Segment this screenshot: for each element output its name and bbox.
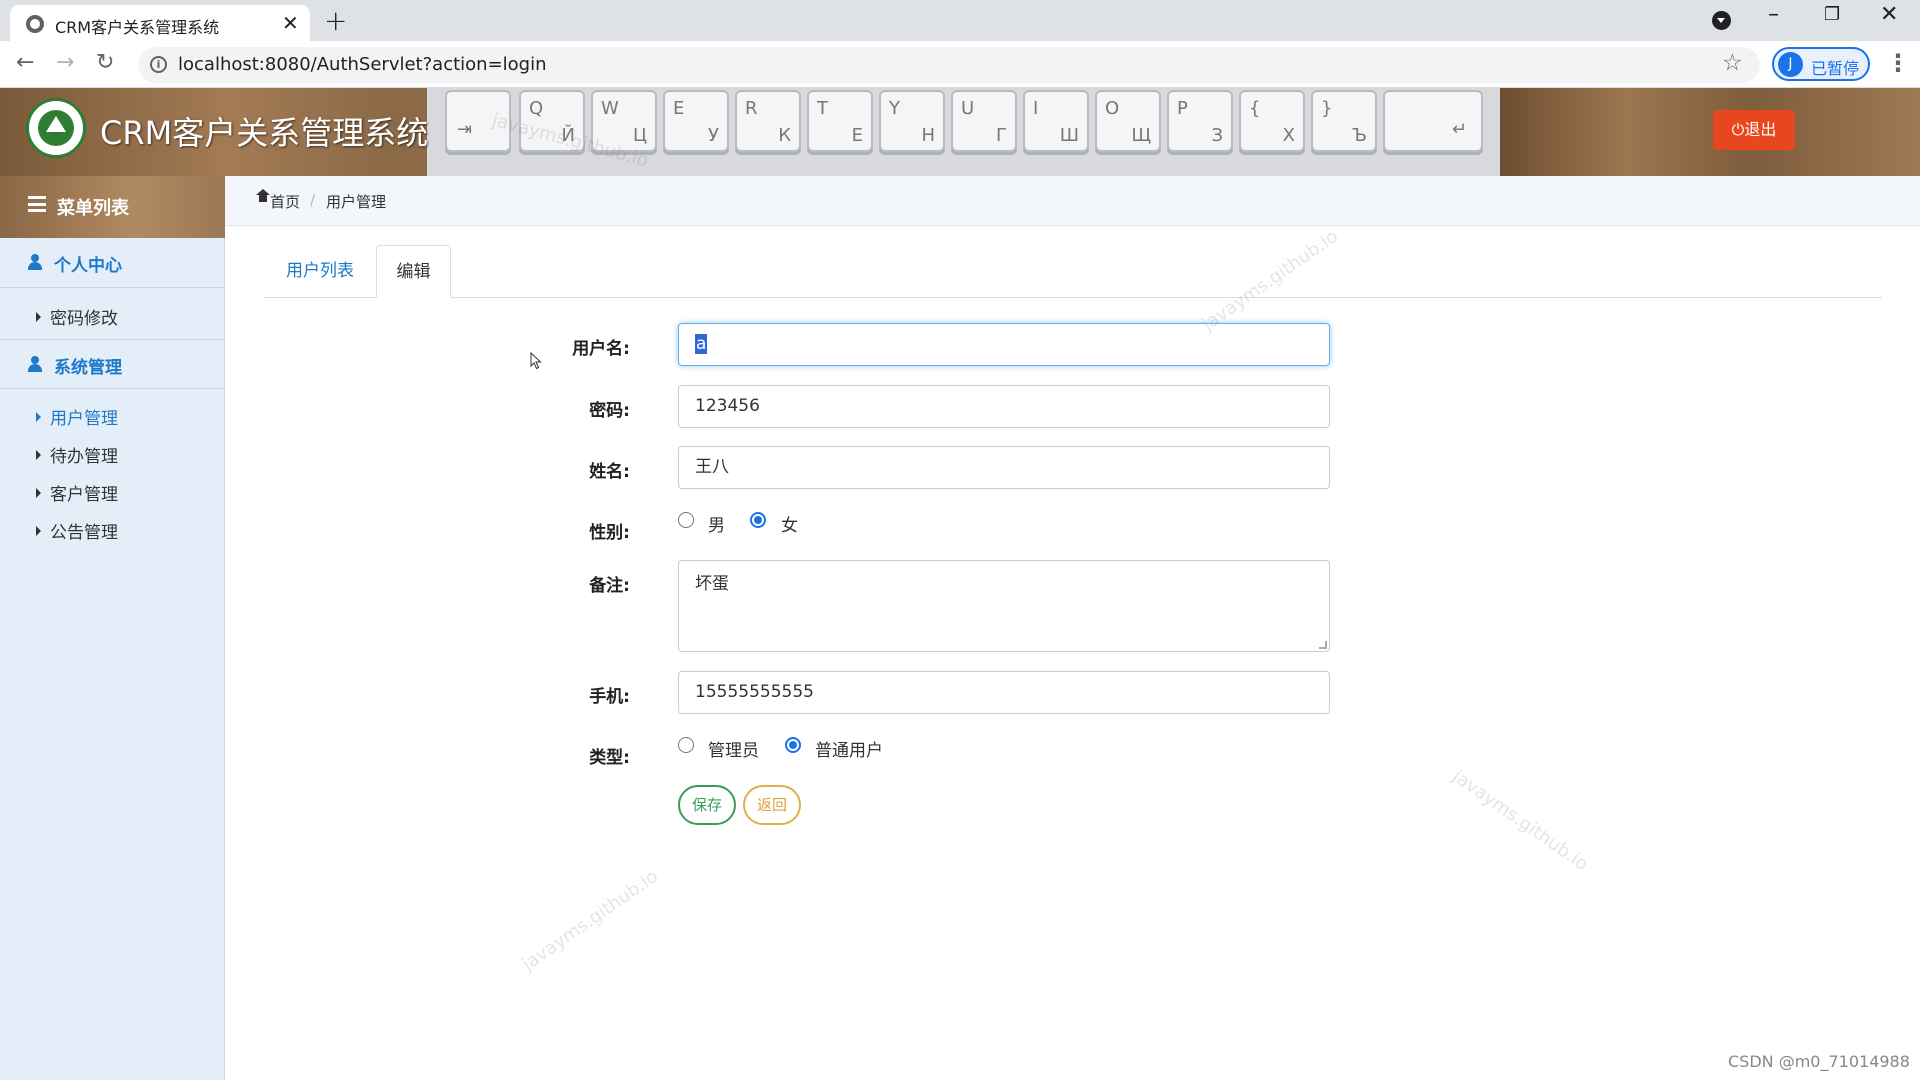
browser-tab[interactable]: CRM客户关系管理系统 ✕ <box>10 5 310 41</box>
close-window-icon[interactable]: ✕ <box>1880 2 1898 27</box>
sidebar-section-personal[interactable]: 个人中心 <box>0 238 225 288</box>
sidebar-item-customer-management[interactable]: 客户管理 <box>36 480 118 505</box>
gender-label: 性别: <box>589 523 630 543</box>
sidebar-section-system[interactable]: 系统管理 <box>0 339 225 389</box>
name-label: 姓名: <box>589 462 630 482</box>
sidebar-item-password[interactable]: 密码修改 <box>36 304 118 329</box>
address-bar[interactable]: i localhost:8080/AuthServlet?action=logi… <box>138 47 1760 83</box>
menu-title: 菜单列表 <box>57 198 129 219</box>
type-normal-user-label[interactable]: 普通用户 <box>815 736 883 761</box>
user-icon <box>28 254 42 270</box>
profile-status: 已暂停 <box>1811 59 1860 78</box>
menu-header: 菜单列表 <box>0 176 225 238</box>
watermark: javayms.github.io <box>1448 765 1592 876</box>
watermark: javayms.github.io <box>1198 225 1342 336</box>
resize-grip-icon[interactable] <box>1319 641 1327 649</box>
gender-female-radio[interactable] <box>750 512 766 528</box>
breadcrumb: 首页 / 用户管理 <box>225 176 1920 226</box>
gender-male-radio[interactable] <box>678 512 694 528</box>
more-menu-icon[interactable]: ⋮ <box>1886 49 1910 77</box>
type-normal-user-radio[interactable] <box>785 737 801 753</box>
keyboard-banner-image: ⇥ QЙ WЦ EУ RК TЕ YН UГ IШ OЩ PЗ {Х } Ъ ↵ <box>427 88 1500 176</box>
profile-button[interactable]: J 已暂停 <box>1772 47 1870 81</box>
username-input[interactable]: a <box>678 323 1330 366</box>
close-tab-icon[interactable]: ✕ <box>282 11 299 35</box>
tab-search-icon[interactable] <box>1712 11 1731 30</box>
caret-right-icon <box>36 312 41 322</box>
gender-male-label[interactable]: 男 <box>708 511 725 536</box>
list-icon <box>28 196 46 212</box>
phone-label: 手机: <box>589 687 630 707</box>
url-text[interactable]: localhost:8080/AuthServlet?action=login <box>178 54 547 75</box>
tab-user-list[interactable]: 用户列表 <box>264 245 376 298</box>
globe-icon <box>26 15 44 33</box>
name-input[interactable]: 王八 <box>678 446 1330 489</box>
password-label: 密码: <box>589 401 630 421</box>
sidebar-item-todo-management[interactable]: 待办管理 <box>36 442 118 467</box>
app-title: CRM客户关系管理系统 <box>100 114 429 152</box>
browser-tab-strip: CRM客户关系管理系统 ✕ + – ❐ ✕ <box>0 0 1920 41</box>
minimize-icon[interactable]: – <box>1768 2 1779 27</box>
university-logo <box>26 98 86 158</box>
forward-arrow-icon[interactable]: → <box>56 50 74 75</box>
reload-icon[interactable]: ↻ <box>96 50 114 75</box>
sidebar-item-user-management[interactable]: 用户管理 <box>36 404 118 429</box>
gender-female-label[interactable]: 女 <box>781 511 798 536</box>
user-icon <box>28 356 42 372</box>
browser-toolbar: ← → ↻ i localhost:8080/AuthServlet?actio… <box>0 41 1920 88</box>
password-input[interactable]: 123456 <box>678 385 1330 428</box>
caret-right-icon <box>36 412 41 422</box>
footer-credit: CSDN @m0_71014988 <box>1728 1052 1910 1071</box>
caret-right-icon <box>36 450 41 460</box>
bookmark-star-icon[interactable]: ☆ <box>1722 50 1743 76</box>
home-icon <box>256 189 270 205</box>
sidebar: 菜单列表 个人中心 密码修改 系统管理 用户管理 待办管理 客户管理 公告管理 <box>0 176 225 1080</box>
save-button[interactable]: 保存 <box>678 785 736 825</box>
breadcrumb-separator: / <box>310 191 316 209</box>
logout-button[interactable]: ⏻退出 <box>1713 110 1795 150</box>
tab-edit[interactable]: 编辑 <box>376 245 451 298</box>
back-button[interactable]: 返回 <box>743 785 801 825</box>
phone-input[interactable]: 15555555555 <box>678 671 1330 714</box>
caret-right-icon <box>36 526 41 536</box>
sidebar-item-notice-management[interactable]: 公告管理 <box>36 518 118 543</box>
avatar: J <box>1778 52 1803 77</box>
breadcrumb-home[interactable]: 首页 <box>270 191 300 212</box>
site-info-icon[interactable]: i <box>150 56 167 73</box>
new-tab-icon[interactable]: + <box>324 4 347 37</box>
back-arrow-icon[interactable]: ← <box>16 50 34 75</box>
type-admin-radio[interactable] <box>678 737 694 753</box>
type-admin-label[interactable]: 管理员 <box>708 736 759 761</box>
caret-right-icon <box>36 488 41 498</box>
power-icon: ⏻ <box>1731 120 1745 139</box>
app-header: ⇥ QЙ WЦ EУ RК TЕ YН UГ IШ OЩ PЗ {Х } Ъ ↵ … <box>0 88 1920 176</box>
tab-title: CRM客户关系管理系统 <box>55 18 220 37</box>
type-label: 类型: <box>589 748 630 768</box>
remark-textarea[interactable]: 坏蛋 <box>678 560 1330 652</box>
restore-icon[interactable]: ❐ <box>1824 4 1840 25</box>
tabs-divider <box>264 297 1882 298</box>
breadcrumb-current: 用户管理 <box>326 193 387 211</box>
watermark: javayms.github.io <box>518 865 662 976</box>
remark-label: 备注: <box>589 576 630 596</box>
